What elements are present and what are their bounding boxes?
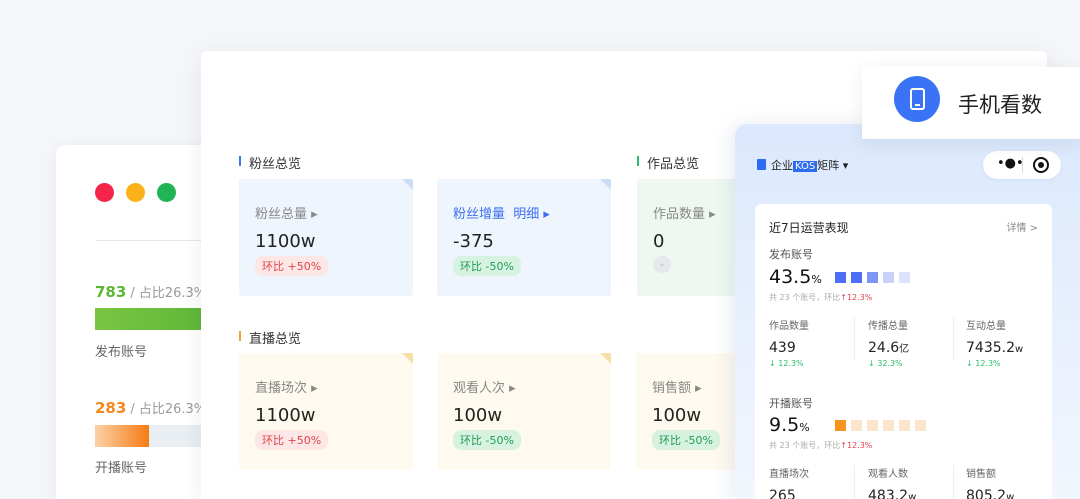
green-dot (157, 183, 176, 202)
live-section-title: 直播总览 (239, 328, 301, 347)
live-stat: 283/ 占比26.3% (95, 398, 206, 417)
kuaishou-icon[interactable]: ⚇ (286, 90, 318, 122)
live-metric-viewers: 观看人数 483.2w (868, 469, 917, 499)
live-sales-value: 100w (652, 405, 702, 426)
metric-spread: 传播总量 24.6亿 ↓ 32.3% (868, 321, 910, 368)
close-capsule-icon[interactable] (1033, 157, 1049, 173)
live-ratio: / 占比26.3% (130, 402, 207, 417)
live-sessions-badge: 环比 +50% (255, 430, 329, 450)
building-icon (757, 159, 766, 170)
matrix-dropdown[interactable]: 矩阵 ▾ (817, 159, 848, 172)
live-label: 开播账号 (95, 461, 148, 476)
progress-block (915, 420, 926, 431)
fans-total-value: 1100w (255, 231, 316, 252)
more-icon[interactable]: •●• (997, 156, 1024, 171)
fans-total-badge: 环比 +50% (255, 256, 329, 276)
works-count-value: 0 (653, 231, 665, 252)
panel-detail-link[interactable]: 详情 > (1006, 219, 1038, 234)
fans-growth-badge: 环比 -50% (453, 256, 521, 276)
works-count-title: 作品数量 ▸ (653, 207, 716, 222)
weishi-icon[interactable]: W (380, 90, 412, 122)
live-account-label: 开播账号 (769, 397, 813, 410)
live-viewers-title: 观看人次 ▸ (453, 381, 516, 396)
publish-account-value: 43.5% (769, 266, 822, 288)
fans-total-title: 粉丝总量 ▸ (255, 207, 318, 222)
progress-block (899, 420, 910, 431)
phone-header: 企业 KOS 矩阵 ▾ (757, 157, 848, 173)
works-section-title: 作品总览 (637, 153, 699, 172)
live-metric-sessions: 直播场次 265 (769, 469, 809, 499)
mobile-view-label: 手机看数 (958, 93, 1042, 117)
live-sessions-tile[interactable]: 直播场次 ▸ 1100w 环比 +50% (239, 353, 413, 470)
detail-link[interactable]: 明细 ▸ (513, 207, 550, 222)
live-sessions-title: 直播场次 ▸ (255, 381, 318, 396)
works-count-badge: - (653, 256, 671, 273)
progress-block (883, 272, 894, 283)
red-dot (95, 183, 114, 202)
live-viewers-tile[interactable]: 观看人次 ▸ 100w 环比 -50% (437, 353, 611, 470)
phone-mockup: 企业 KOS 矩阵 ▾ •●• 近7日运营表现 详情 > 发布账号 43.5% 共 … (735, 124, 1080, 499)
live-viewers-value: 100w (453, 405, 503, 426)
bilibili-icon[interactable]: bili (521, 90, 553, 122)
fans-section-title: 粉丝总览 (239, 153, 301, 172)
metric-interaction: 互动总量 7435.2w ↓ 12.3% (966, 321, 1024, 368)
fans-growth-title: 粉丝增量 明细 ▸ (453, 207, 550, 222)
live-viewers-badge: 环比 -50% (453, 430, 521, 450)
publish-account-label: 发布账号 (769, 248, 813, 261)
live-sales-badge: 环比 -50% (652, 430, 720, 450)
live-sales-title: 销售额 ▸ (652, 381, 702, 396)
live-account-value: 9.5% (769, 414, 810, 436)
publish-ratio: / 占比26.3% (130, 286, 207, 301)
wechat-channels-icon[interactable]: ◎ (333, 90, 365, 122)
progress-block (867, 420, 878, 431)
panel-title: 近7日运营表现 (769, 221, 849, 235)
live-bar-fill (95, 425, 149, 447)
xiaohongshu-icon[interactable]: 小红书 (474, 90, 506, 122)
live-count: 283 (95, 399, 127, 417)
live-metric-sales: 销售额 805.2w (966, 469, 1015, 499)
progress-block (883, 420, 894, 431)
fans-growth-tile[interactable]: 粉丝增量 明细 ▸ -375 环比 -50% (437, 179, 611, 296)
miniprogram-capsule: •●• (983, 151, 1061, 179)
progress-block (835, 272, 846, 283)
progress-block (835, 420, 846, 431)
phone-icon (894, 76, 940, 122)
fans-growth-value: -375 (453, 231, 494, 252)
publish-label: 发布账号 (95, 345, 148, 360)
progress-block (851, 420, 862, 431)
yellow-dot (126, 183, 145, 202)
weibo-icon[interactable]: ◉ (427, 90, 459, 122)
live-sessions-value: 1100w (255, 405, 316, 426)
metric-works: 作品数量 439 ↓ 12.3% (769, 321, 809, 368)
publish-count: 783 (95, 283, 127, 301)
progress-block (899, 272, 910, 283)
mobile-view-tag[interactable]: 手机看数 (862, 67, 1080, 139)
progress-block (867, 272, 878, 283)
divider (96, 240, 216, 241)
tiktok-icon[interactable]: ♪ (239, 90, 271, 122)
live-note: 共 23 个账号，环比↑12.3% (769, 441, 873, 450)
publish-stat: 783/ 占比26.3% (95, 282, 206, 301)
publish-note: 共 23 个账号，环比↑12.3% (769, 293, 873, 302)
fans-total-tile[interactable]: 粉丝总量 ▸ 1100w 环比 +50% (239, 179, 413, 296)
progress-block (851, 272, 862, 283)
operation-panel: 近7日运营表现 详情 > 发布账号 43.5% 共 23 个账号，环比↑12.3… (755, 204, 1052, 499)
kos-badge: KOS (793, 161, 818, 172)
